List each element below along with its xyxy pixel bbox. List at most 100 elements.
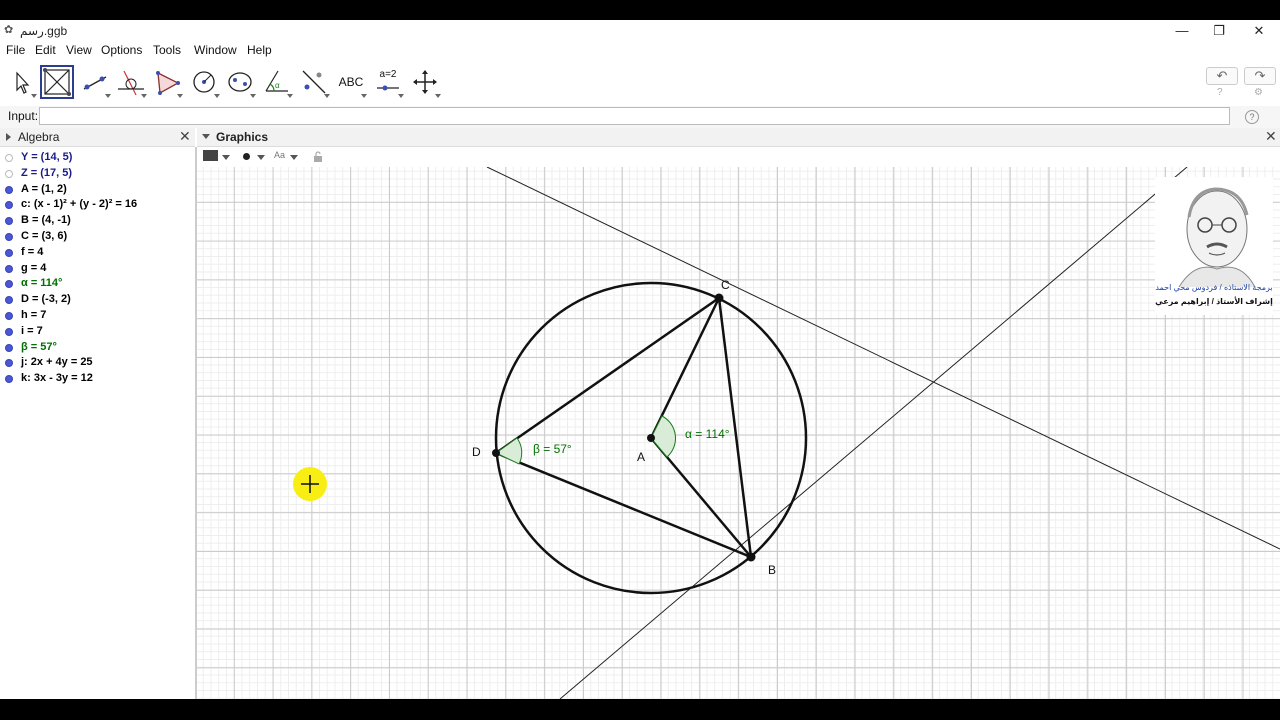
algebra-item[interactable]: c: (x - 1)² + (y - 2)² = 16 — [0, 198, 195, 214]
visibility-toggle-icon[interactable] — [5, 280, 13, 289]
text-tool-label: ABC — [338, 75, 364, 89]
label-style-icon[interactable]: Aa — [274, 150, 285, 160]
perpendicular-bisector-tool[interactable] — [40, 65, 74, 99]
input-help-icon[interactable]: ? — [1245, 110, 1259, 124]
slider-tool[interactable]: a=2 — [371, 65, 405, 99]
menu-window[interactable]: Window — [194, 43, 237, 57]
algebra-item[interactable]: g = 4 — [0, 262, 195, 278]
algebra-item-text: C = (3, 6) — [21, 230, 68, 242]
move-tool[interactable] — [4, 65, 38, 99]
circle-tool[interactable] — [187, 65, 221, 99]
label-a: A — [637, 450, 645, 464]
collapse-arrow-icon[interactable] — [4, 132, 14, 142]
point-style-icon[interactable] — [243, 153, 250, 160]
graphics-title: Graphics — [216, 130, 269, 144]
algebra-item[interactable]: h = 7 — [0, 309, 195, 325]
menu-file[interactable]: File — [6, 43, 25, 57]
algebra-item-text: A = (1, 2) — [21, 182, 67, 195]
algebra-item[interactable]: C = (3, 6) — [0, 230, 195, 246]
polygon-tool[interactable] — [150, 65, 184, 99]
algebra-item-text: D = (-3, 2) — [21, 293, 71, 306]
input-field[interactable] — [39, 107, 1230, 125]
visibility-toggle-icon[interactable] — [5, 359, 13, 368]
algebra-close-button[interactable]: ✕ — [179, 128, 191, 145]
input-bar: Input: ? — [0, 106, 1280, 128]
visibility-toggle-icon[interactable] — [5, 217, 13, 226]
color-swatch[interactable] — [203, 150, 218, 161]
visibility-toggle-icon[interactable] — [5, 154, 13, 162]
algebra-item[interactable]: α = 114° — [0, 277, 195, 293]
reflect-tool[interactable] — [297, 65, 331, 99]
algebra-item[interactable]: β = 57° — [0, 341, 195, 357]
visibility-toggle-icon[interactable] — [5, 233, 13, 241]
algebra-item-text: B = (4, -1) — [21, 214, 71, 227]
help-circle-icon[interactable]: ? — [1217, 87, 1223, 98]
visibility-toggle-icon[interactable] — [5, 375, 13, 384]
visibility-toggle-icon[interactable] — [5, 248, 13, 257]
perpendicular-line-tool[interactable] — [114, 65, 148, 99]
line-tool[interactable] — [78, 65, 112, 99]
algebra-item[interactable]: k: 3x - 3y = 12 — [0, 372, 195, 388]
algebra-item-text: i = 7 — [21, 324, 43, 337]
portrait-caption-supervisor: إشراف الأستاذ / إبراهيم مرعي — [1155, 297, 1273, 306]
point-d[interactable] — [492, 449, 500, 457]
menu-edit[interactable]: Edit — [35, 43, 56, 57]
algebra-item[interactable]: B = (4, -1) — [0, 214, 195, 230]
point-a[interactable] — [647, 434, 655, 442]
algebra-item[interactable]: Z = (17, 5) — [0, 167, 195, 183]
label-beta: β = 57° — [533, 442, 572, 456]
algebra-title: Algebra — [18, 130, 60, 144]
collapse-arrow-icon[interactable] — [201, 132, 211, 142]
algebra-item-text: j: 2x + 4y = 25 — [21, 356, 93, 369]
graphics-view[interactable]: A B C D α = 114° β = 57° برمجة الاستاذه … — [197, 167, 1280, 699]
visibility-toggle-icon[interactable] — [5, 201, 13, 210]
algebra-item[interactable]: j: 2x + 4y = 25 — [0, 356, 195, 372]
visibility-toggle-icon[interactable] — [5, 296, 13, 305]
visibility-toggle-icon[interactable] — [5, 185, 13, 194]
algebra-item[interactable]: f = 4 — [0, 246, 195, 262]
angle-beta-marker[interactable] — [495, 437, 523, 465]
undo-button[interactable]: ↶ — [1206, 67, 1238, 85]
slider-tool-label: a=2 — [379, 69, 397, 80]
minimize-button[interactable]: — — [1162, 20, 1202, 42]
close-button[interactable]: ✕ — [1239, 20, 1279, 42]
point-b[interactable] — [746, 552, 756, 562]
geogebra-window: ✿ رسم.ggb — ❐ ✕ File Edit View Options T… — [0, 20, 1280, 699]
chevron-down-icon[interactable] — [289, 153, 299, 163]
algebra-item-text: g = 4 — [21, 261, 47, 274]
label-d: D — [472, 445, 481, 459]
algebra-item-text: f = 4 — [21, 245, 44, 258]
algebra-item-text: Y = (14, 5) — [21, 151, 73, 163]
move-graphics-tool[interactable] — [408, 65, 442, 99]
visibility-toggle-icon[interactable] — [5, 169, 13, 178]
visibility-toggle-icon[interactable] — [5, 312, 13, 320]
menu-view[interactable]: View — [66, 43, 92, 57]
algebra-item[interactable]: i = 7 — [0, 325, 195, 341]
algebra-item-text: c: (x - 1)² + (y - 2)² = 16 — [21, 198, 138, 211]
portrait-caption-programmer: برمجة الاستاذه / فردوس محي احمد — [1155, 283, 1273, 292]
point-c[interactable] — [714, 293, 724, 303]
cursor-highlight — [293, 467, 327, 501]
graphics-close-button[interactable]: ✕ — [1265, 128, 1277, 145]
menu-help[interactable]: Help — [247, 43, 272, 57]
visibility-toggle-icon[interactable] — [5, 343, 13, 352]
gear-icon[interactable]: ⚙ — [1254, 87, 1263, 98]
redo-button[interactable]: ↷ — [1244, 67, 1276, 85]
lock-icon[interactable] — [312, 151, 324, 163]
label-c: C — [721, 278, 730, 292]
title-bar: ✿ رسم.ggb — ❐ ✕ — [0, 20, 1280, 42]
chevron-down-icon[interactable] — [256, 153, 266, 163]
visibility-toggle-icon[interactable] — [5, 327, 13, 336]
algebra-item[interactable]: A = (1, 2) — [0, 183, 195, 199]
algebra-item[interactable]: D = (-3, 2) — [0, 293, 195, 309]
algebra-item[interactable]: Y = (14, 5) — [0, 151, 195, 167]
chevron-down-icon[interactable] — [221, 153, 231, 163]
text-tool[interactable]: ABC — [334, 65, 368, 99]
menu-options[interactable]: Options — [101, 43, 142, 57]
angle-tool[interactable]: α — [260, 65, 294, 99]
maximize-button[interactable]: ❐ — [1199, 20, 1239, 42]
ellipse-tool[interactable] — [223, 65, 257, 99]
algebra-item-text: k: 3x - 3y = 12 — [21, 372, 93, 385]
visibility-toggle-icon[interactable] — [5, 264, 13, 273]
menu-tools[interactable]: Tools — [153, 43, 181, 57]
